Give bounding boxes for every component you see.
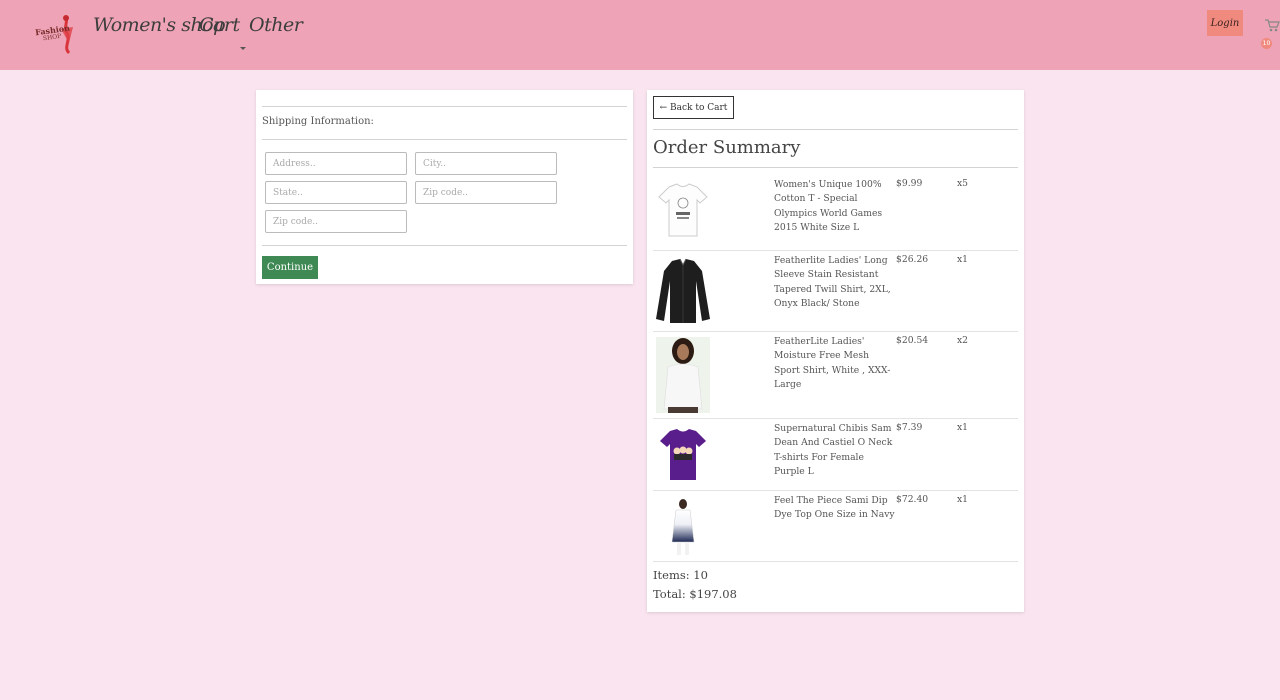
item-quantity: x2 <box>957 335 969 346</box>
order-total: Total: $197.08 <box>653 587 737 601</box>
order-item-row: Feel The Piece Sami Dip Dye Top One Size… <box>653 491 1018 562</box>
item-name: Women's Unique 100% Cotton T - Special O… <box>774 179 883 233</box>
fashion-shop-logo[interactable]: Fashion SHOP <box>33 13 79 55</box>
item-price: $26.26 <box>896 254 929 265</box>
login-button[interactable]: Login <box>1207 10 1243 36</box>
items-count: Items: 10 <box>653 568 708 582</box>
item-price: $20.54 <box>896 335 929 346</box>
item-quantity: x5 <box>957 178 969 189</box>
item-quantity: x1 <box>957 254 969 265</box>
dip-dye-top-icon <box>653 498 713 556</box>
divider <box>262 139 627 140</box>
chevron-down-icon[interactable] <box>240 47 246 50</box>
item-name: FeatherLite Ladies' Moisture Free Mesh S… <box>774 336 891 390</box>
order-item-row: FeatherLite Ladies' Moisture Free Mesh S… <box>653 332 1018 419</box>
item-name: Supernatural Chibis Sam Dean And Castiel… <box>774 423 893 477</box>
order-summary-title: Order Summary <box>653 137 801 158</box>
address-field[interactable] <box>265 152 407 175</box>
purple-tshirt-icon <box>653 427 713 483</box>
item-quantity: x1 <box>957 494 969 505</box>
order-item-row: Supernatural Chibis Sam Dean And Castiel… <box>653 419 1018 491</box>
nav-other-dropdown[interactable]: Other <box>249 14 303 36</box>
divider <box>262 106 627 107</box>
city-field[interactable] <box>415 152 557 175</box>
divider <box>653 561 1018 562</box>
zip-code-field-2[interactable] <box>265 210 407 233</box>
cart-count-badge: 10 <box>1261 38 1272 49</box>
order-item-row: Women's Unique 100% Cotton T - Special O… <box>653 175 1018 251</box>
order-summary-card: ← Back to Cart Order Summary Women's Uni… <box>647 90 1024 612</box>
continue-button[interactable]: Continue <box>262 256 318 279</box>
item-price: $9.99 <box>896 178 923 189</box>
shipping-form-card: Shipping Information: Continue <box>256 90 633 284</box>
shipping-info-title: Shipping Information: <box>262 116 374 127</box>
item-name: Feel The Piece Sami Dip Dye Top One Size… <box>774 495 895 521</box>
divider <box>262 245 627 246</box>
divider <box>653 129 1018 130</box>
zip-code-field[interactable] <box>415 181 557 204</box>
back-to-cart-button[interactable]: ← Back to Cart <box>653 96 734 119</box>
model-white-shirt-icon <box>653 337 713 413</box>
divider <box>653 167 1018 168</box>
white-tshirt-icon <box>653 181 713 239</box>
item-price: $72.40 <box>896 494 929 505</box>
cart-icon[interactable] <box>1264 18 1280 32</box>
item-price: $7.39 <box>896 422 923 433</box>
black-shirt-icon <box>653 257 713 325</box>
order-item-row: Featherlite Ladies' Long Sleeve Stain Re… <box>653 251 1018 332</box>
nav-cart[interactable]: Cart <box>199 14 240 36</box>
state-field[interactable] <box>265 181 407 204</box>
item-name: Featherlite Ladies' Long Sleeve Stain Re… <box>774 255 891 309</box>
item-quantity: x1 <box>957 422 969 433</box>
top-navbar: Fashion SHOP Women's shop Cart Other Log… <box>0 0 1280 70</box>
